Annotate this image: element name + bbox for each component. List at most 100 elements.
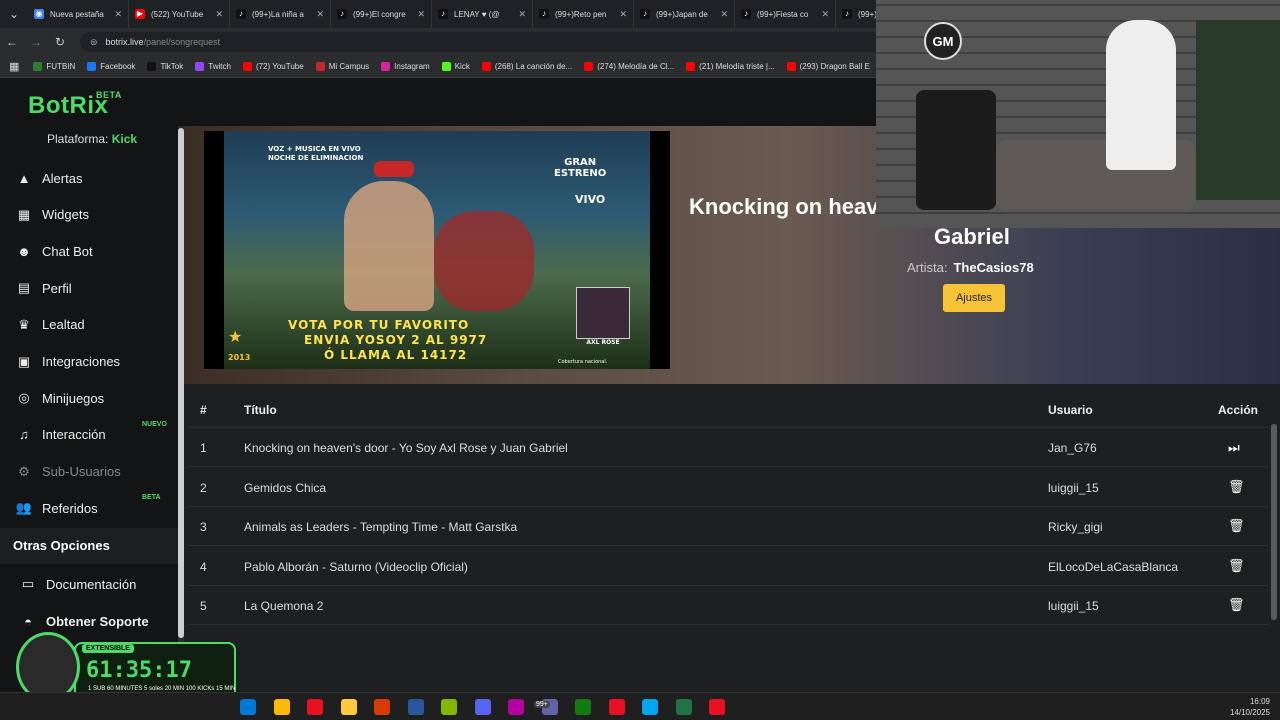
close-tab-icon[interactable]: ✕ bbox=[619, 9, 627, 20]
performer-figure bbox=[344, 181, 434, 311]
row-title: Pablo Alborán - Saturno (Videoclip Ofici… bbox=[244, 559, 468, 574]
taskbar-app-icon[interactable] bbox=[273, 699, 290, 715]
sidebar-item-lealtad[interactable]: ♛ Lealtad bbox=[16, 317, 84, 333]
bookmark-item[interactable]: (268) La canción de... bbox=[481, 62, 573, 71]
bookmark-item[interactable]: Instagram bbox=[381, 62, 430, 71]
trash-icon[interactable]: 🗑 bbox=[1228, 598, 1245, 613]
taskbar-app-icon[interactable] bbox=[307, 699, 323, 715]
browser-tab[interactable]: ♪ (99+)Japan de ✕ bbox=[634, 0, 735, 28]
trash-icon[interactable]: 🗑 bbox=[1228, 519, 1245, 534]
apps-grid-icon[interactable]: ▦ bbox=[9, 60, 19, 73]
skip-icon[interactable]: ⏭ bbox=[1228, 440, 1240, 456]
forward-arrow-icon[interactable]: → bbox=[24, 35, 48, 49]
gamepad-icon: ◎ bbox=[18, 390, 30, 406]
taskbar-app-icon[interactable] bbox=[675, 699, 692, 715]
taskbar-app-icon[interactable] bbox=[407, 699, 424, 715]
reload-icon[interactable]: ↻ bbox=[48, 35, 72, 49]
sidebar-item-interacci-n[interactable]: ♫ Interacción NUEVO bbox=[16, 421, 167, 443]
bookmark-item[interactable]: (293) Dragon Ball E bbox=[786, 62, 870, 71]
browser-tab[interactable]: ♪ (99+)El congre ✕ bbox=[331, 0, 432, 28]
bookmark-item[interactable]: Facebook bbox=[87, 62, 135, 71]
browser-tab[interactable]: ♪ (99+)La niña a ✕ bbox=[230, 0, 331, 28]
sidebar-item-alertas[interactable]: ▲ Alertas bbox=[16, 170, 83, 186]
taskbar-app-icon[interactable] bbox=[474, 699, 491, 715]
other-item-documentation[interactable]: ▭ Documentación bbox=[20, 576, 136, 592]
taskbar-app-icon[interactable] bbox=[374, 699, 390, 715]
sidebar-item-tag: BETA bbox=[142, 494, 161, 502]
bookmark-label: Kick bbox=[454, 62, 470, 71]
taskbar-app-icon[interactable] bbox=[608, 699, 625, 715]
row-number: 3 bbox=[200, 520, 207, 534]
bookmark-item[interactable]: (274) Melodía de Cl... bbox=[584, 62, 674, 71]
other-item-support[interactable]: ◓ Obtener Soporte bbox=[20, 613, 149, 629]
close-tab-icon[interactable]: ✕ bbox=[316, 9, 324, 20]
browser-tab[interactable]: ◉ Nueva pestaña ✕ bbox=[28, 0, 129, 28]
bookmark-item[interactable]: (21) Melodía triste |... bbox=[686, 62, 775, 71]
shelf bbox=[1196, 20, 1280, 200]
widgets-icon: ▦ bbox=[17, 206, 31, 222]
bookmark-item[interactable]: (72) YouTube bbox=[242, 62, 304, 71]
contestant-thumbnail bbox=[576, 287, 630, 339]
close-tab-icon[interactable]: ✕ bbox=[821, 9, 829, 20]
table-row: 3 Animals as Leaders - Tempting Time - Ma… bbox=[188, 507, 1268, 546]
system-clock[interactable]: 16:09 14/10/2025 bbox=[1230, 696, 1270, 718]
taskbar-app-icon[interactable] bbox=[508, 699, 524, 715]
site-info-icon[interactable]: ⊜ bbox=[90, 37, 98, 48]
close-tab-icon[interactable]: ✕ bbox=[215, 9, 223, 20]
taskbar-app-icon[interactable] bbox=[441, 699, 457, 715]
bookmark-item[interactable]: FUTBIN bbox=[33, 62, 75, 71]
taskbar-app-icon[interactable] bbox=[575, 699, 591, 715]
clock-date: 14/10/2025 bbox=[1229, 708, 1270, 717]
close-tab-icon[interactable]: ✕ bbox=[417, 9, 425, 20]
bookmark-item[interactable]: Twitch bbox=[195, 62, 231, 71]
browser-tab[interactable]: ♪ (99+)Fiesta co ✕ bbox=[735, 0, 836, 28]
streamer bbox=[1106, 20, 1176, 170]
vote-line-1: VOTA POR TU FAVORITO bbox=[288, 318, 470, 332]
sidebar-item-widgets[interactable]: ▦ Widgets bbox=[16, 207, 89, 223]
row-user: Jan_G76 bbox=[1048, 441, 1097, 455]
header-user: Usuario bbox=[1048, 403, 1093, 417]
url-field[interactable]: ⊜ botrix.live/panel/songrequest bbox=[80, 32, 900, 52]
close-tab-icon[interactable]: ✕ bbox=[114, 9, 122, 20]
bookmark-label: (274) Melodía de Cl... bbox=[597, 62, 675, 71]
sidebar-item-integraciones[interactable]: ▣ Integraciones bbox=[16, 354, 120, 370]
youtube-icon: ▶ bbox=[135, 9, 145, 19]
browser-tab[interactable]: ♪ (99+)Reto pen ✕ bbox=[533, 0, 634, 28]
settings-button[interactable]: Ajustes bbox=[943, 284, 1005, 312]
trash-icon[interactable]: 🗑 bbox=[1228, 559, 1245, 574]
browser-tab[interactable]: ▶ (522) YouTube ✕ bbox=[129, 0, 230, 28]
back-arrow-icon[interactable]: ← bbox=[0, 35, 24, 49]
performer-bandana bbox=[374, 161, 414, 177]
video-frame: VOZ + MUSICA EN VIVO NOCHE DE ELIMINACIO… bbox=[224, 131, 650, 369]
taskbar-app-icon[interactable] bbox=[709, 699, 725, 715]
bookmark-label: (72) YouTube bbox=[255, 62, 304, 71]
sidebar-item-chat-bot[interactable]: ☻ Chat Bot bbox=[16, 243, 92, 259]
tab-search-chevron-icon[interactable]: ⌄ bbox=[0, 0, 28, 28]
sidebar-item-perfil[interactable]: ▤ Perfil bbox=[16, 280, 72, 296]
sidebar-item-minijuegos[interactable]: ◎ Minijuegos bbox=[16, 390, 104, 406]
bookmark-item[interactable]: Kick bbox=[441, 62, 470, 71]
trash-icon[interactable]: 🗑 bbox=[1228, 480, 1245, 495]
sidebar-item-referidos[interactable]: 👥 Referidos BETA bbox=[16, 494, 161, 516]
app-header bbox=[0, 78, 880, 126]
row-number: 1 bbox=[200, 441, 207, 455]
bookmark-item[interactable]: TikTok bbox=[147, 62, 183, 71]
queue-scrollbar[interactable] bbox=[1271, 424, 1277, 620]
vote-line-3: Ó LLAMA AL 14172 bbox=[324, 348, 468, 362]
close-tab-icon[interactable]: ✕ bbox=[518, 9, 526, 20]
video-player[interactable]: VOZ + MUSICA EN VIVO NOCHE DE ELIMINACIO… bbox=[204, 131, 670, 369]
row-title: La Quemona 2 bbox=[244, 599, 324, 613]
bookmark-item[interactable]: Mi Campus bbox=[315, 62, 369, 71]
taskbar-app-icon[interactable] bbox=[240, 699, 256, 715]
botrix-logo[interactable]: BotRix BETA bbox=[28, 90, 121, 120]
sidebar-item-label: Alertas bbox=[42, 170, 83, 186]
taskbar-app-icon[interactable] bbox=[642, 699, 658, 715]
bookmark-icon bbox=[584, 62, 594, 71]
taskbar-app-icon[interactable] bbox=[340, 699, 357, 715]
close-tab-icon[interactable]: ✕ bbox=[720, 9, 728, 20]
bookmark-label: (268) La canción de... bbox=[494, 62, 573, 71]
row-user: luiggii_15 bbox=[1048, 480, 1099, 495]
browser-tab[interactable]: ♪ LENAY ♥ (@ ✕ bbox=[432, 0, 533, 28]
sidebar-item-sub-usuarios[interactable]: ⚙ Sub-Usuarios bbox=[16, 464, 121, 480]
video-year: 2013 bbox=[228, 353, 251, 362]
